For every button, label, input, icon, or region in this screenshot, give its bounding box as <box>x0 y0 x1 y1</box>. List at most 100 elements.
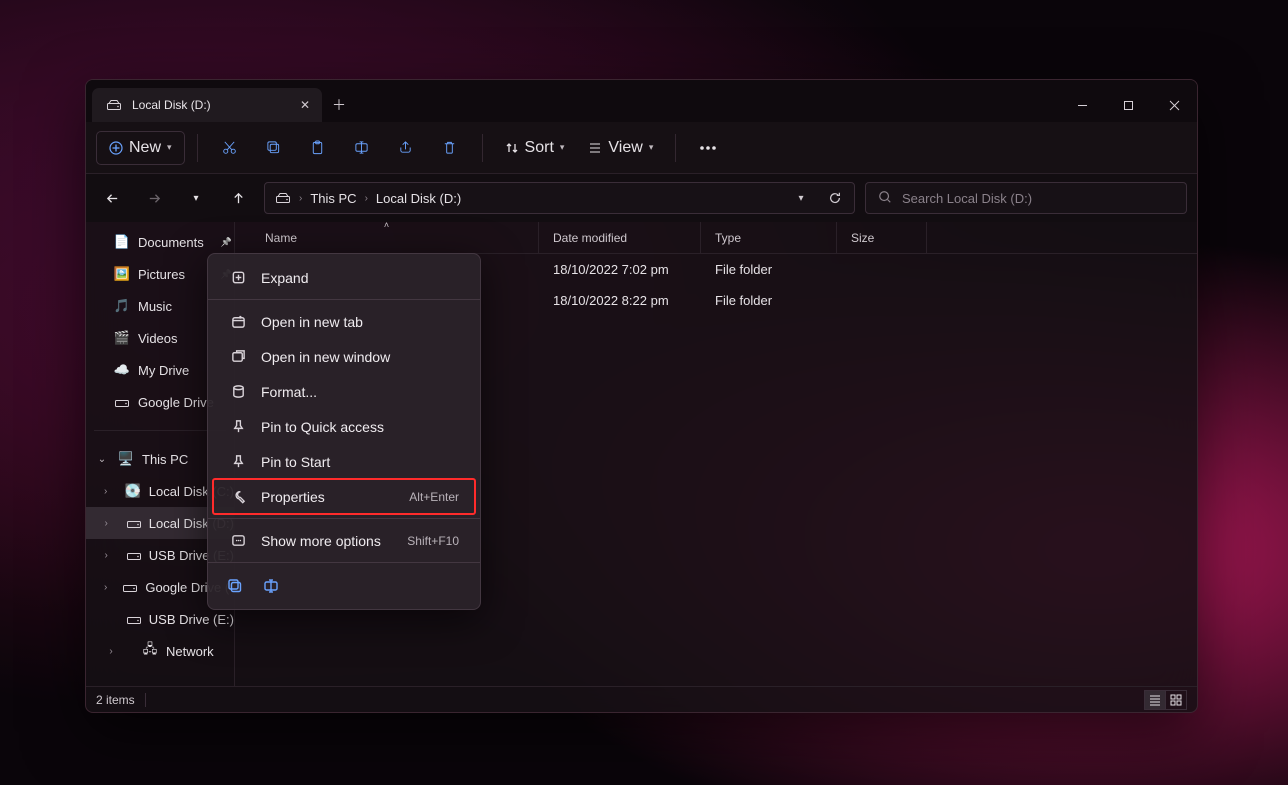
command-bar: New ▾ Sort ▾ View ▾ <box>86 122 1197 174</box>
ctx-expand[interactable]: Expand <box>213 260 475 295</box>
drive-icon <box>114 394 130 410</box>
view-label: View <box>608 139 642 157</box>
pc-icon: 🖥️ <box>118 451 134 467</box>
usb-drive-icon <box>127 611 141 627</box>
format-icon <box>229 383 247 401</box>
ctx-bottom-icons <box>208 567 480 603</box>
details-view-button[interactable] <box>1144 690 1166 710</box>
tab-local-disk-d[interactable]: Local Disk (D:) ✕ <box>92 88 322 122</box>
sidebar-tree-network[interactable]: ›🖧Network <box>86 635 234 667</box>
thumbnails-view-button[interactable] <box>1165 690 1187 710</box>
breadcrumb-current[interactable]: Local Disk (D:) <box>376 191 461 206</box>
sort-label: Sort <box>525 139 554 157</box>
title-bar: Local Disk (D:) ✕ ＋ <box>86 80 1197 122</box>
drive-icon <box>106 97 122 113</box>
videos-icon: 🎬 <box>114 330 130 346</box>
new-button-label: New <box>129 139 161 157</box>
music-icon: 🎵 <box>114 298 130 314</box>
view-button[interactable]: View ▾ <box>578 130 663 166</box>
drive-icon <box>275 190 291 206</box>
copy-button[interactable] <box>254 130 294 166</box>
maximize-button[interactable] <box>1105 88 1151 122</box>
close-window-button[interactable] <box>1151 88 1197 122</box>
new-window-icon <box>229 348 247 366</box>
chevron-down-icon: ▾ <box>649 142 654 153</box>
share-button[interactable] <box>386 130 426 166</box>
ctx-open-new-tab[interactable]: Open in new tab <box>213 304 475 339</box>
new-button[interactable]: New ▾ <box>96 131 185 165</box>
chevron-down-icon: ▾ <box>167 142 172 153</box>
navigation-bar: ▾ › This PC › Local Disk (D:) ▾ Search L… <box>86 174 1197 222</box>
cell-type: File folder <box>715 293 772 308</box>
column-date[interactable]: Date modified <box>539 222 701 253</box>
pictures-icon: 🖼️ <box>114 266 130 282</box>
tab-title: Local Disk (D:) <box>132 98 211 112</box>
up-button[interactable] <box>222 182 254 214</box>
chevron-right-icon[interactable]: › <box>104 486 107 497</box>
back-button[interactable] <box>96 182 128 214</box>
chevron-right-icon[interactable]: › <box>104 550 108 561</box>
new-tab-icon <box>229 313 247 331</box>
chevron-right-icon[interactable]: › <box>104 582 107 593</box>
chevron-down-icon: ▾ <box>560 142 565 153</box>
cell-date: 18/10/2022 8:22 pm <box>553 293 669 308</box>
refresh-button[interactable] <box>820 183 850 213</box>
properties-icon <box>229 488 247 506</box>
status-bar: 2 items <box>86 686 1197 712</box>
chevron-right-icon: › <box>365 193 368 204</box>
pin-icon <box>229 418 247 436</box>
ctx-copy-icon-button[interactable] <box>224 575 246 597</box>
shortcut-label: Alt+Enter <box>409 490 459 504</box>
gdrive-icon: ☁️ <box>114 362 130 378</box>
sort-asc-icon: ˄ <box>384 222 389 230</box>
ctx-properties[interactable]: Properties Alt+Enter <box>213 479 475 514</box>
expand-icon <box>229 269 247 287</box>
delete-button[interactable] <box>430 130 470 166</box>
search-box[interactable]: Search Local Disk (D:) <box>865 182 1187 214</box>
cut-button[interactable] <box>210 130 250 166</box>
ctx-pin-quick-access[interactable]: Pin to Quick access <box>213 409 475 444</box>
chevron-right-icon: › <box>299 193 302 204</box>
tab-close-button[interactable]: ✕ <box>300 98 310 112</box>
chevron-right-icon[interactable]: › <box>104 646 118 657</box>
more-options-icon <box>229 532 247 550</box>
column-type[interactable]: Type <box>701 222 837 253</box>
item-count: 2 items <box>96 693 135 707</box>
drive-icon <box>123 579 137 595</box>
forward-button[interactable] <box>138 182 170 214</box>
minimize-button[interactable] <box>1059 88 1105 122</box>
documents-icon: 📄 <box>114 234 130 250</box>
recent-locations-button[interactable]: ▾ <box>180 182 212 214</box>
network-icon: 🖧 <box>142 643 158 659</box>
address-dropdown-button[interactable]: ▾ <box>786 183 816 213</box>
ctx-open-new-window[interactable]: Open in new window <box>213 339 475 374</box>
usb-drive-icon <box>127 547 141 563</box>
column-size[interactable]: Size <box>837 222 927 253</box>
ctx-pin-start[interactable]: Pin to Start <box>213 444 475 479</box>
breadcrumb-this-pc[interactable]: This PC <box>310 191 356 206</box>
search-icon <box>878 190 892 207</box>
ctx-show-more-options[interactable]: Show more options Shift+F10 <box>213 523 475 558</box>
sort-button[interactable]: Sort ▾ <box>495 130 575 166</box>
drive-icon: 💽 <box>125 483 141 499</box>
chevron-right-icon[interactable]: › <box>104 518 108 529</box>
ctx-format[interactable]: Format... <box>213 374 475 409</box>
cell-type: File folder <box>715 262 772 277</box>
drive-icon <box>127 515 141 531</box>
ctx-rename-icon-button[interactable] <box>260 575 282 597</box>
column-headers: ˄Name Date modified Type Size <box>235 222 1197 254</box>
cell-date: 18/10/2022 7:02 pm <box>553 262 669 277</box>
new-tab-button[interactable]: ＋ <box>322 88 356 122</box>
shortcut-label: Shift+F10 <box>407 534 459 548</box>
address-bar[interactable]: › This PC › Local Disk (D:) ▾ <box>264 182 855 214</box>
window-controls <box>1059 88 1197 122</box>
rename-button[interactable] <box>342 130 382 166</box>
chevron-down-icon[interactable]: ⌄ <box>94 454 110 465</box>
pin-icon <box>229 453 247 471</box>
paste-button[interactable] <box>298 130 338 166</box>
search-placeholder: Search Local Disk (D:) <box>902 191 1032 206</box>
more-options-button[interactable] <box>688 130 728 166</box>
tab-strip: Local Disk (D:) ✕ ＋ <box>86 80 356 122</box>
context-menu: Expand Open in new tab Open in new windo… <box>207 253 481 610</box>
column-name[interactable]: ˄Name <box>235 222 539 253</box>
